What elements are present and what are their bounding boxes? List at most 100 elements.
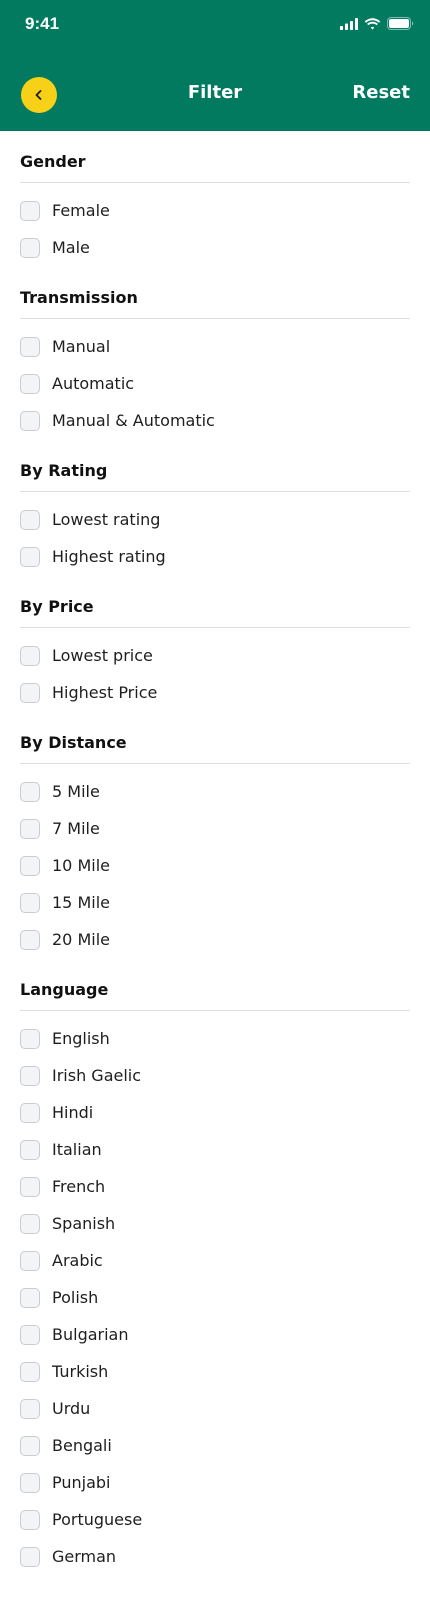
filter-option[interactable]: German <box>20 1538 410 1575</box>
section-title: Transmission <box>20 288 410 319</box>
checkbox[interactable] <box>20 1472 40 1493</box>
section-title: Gender <box>20 152 410 183</box>
option-label: Urdu <box>52 1399 91 1418</box>
option-list: Lowest price Highest Price <box>20 628 410 711</box>
checkbox[interactable] <box>20 1139 40 1160</box>
status-time: 9:41 <box>25 14 60 33</box>
filter-option[interactable]: Male <box>20 229 410 266</box>
filter-option[interactable]: 15 Mile <box>20 884 410 921</box>
filter-option[interactable]: Manual <box>20 328 410 365</box>
checkbox[interactable] <box>20 1324 40 1345</box>
reset-button[interactable]: Reset <box>352 82 410 103</box>
checkbox[interactable] <box>20 929 40 950</box>
option-label: 10 Mile <box>52 856 110 875</box>
filter-option[interactable]: Lowest price <box>20 637 410 674</box>
filter-option[interactable]: Automatic <box>20 365 410 402</box>
option-label: Lowest rating <box>52 510 161 529</box>
filter-option[interactable]: Bulgarian <box>20 1316 410 1353</box>
filter-option[interactable]: Arabic <box>20 1242 410 1279</box>
wifi-icon <box>364 17 381 29</box>
checkbox[interactable] <box>20 1250 40 1271</box>
filter-option[interactable]: Spanish <box>20 1205 410 1242</box>
filter-option[interactable]: Polish <box>20 1279 410 1316</box>
filter-option[interactable]: Punjabi <box>20 1464 410 1501</box>
filter-option[interactable]: 10 Mile <box>20 847 410 884</box>
checkbox[interactable] <box>20 1213 40 1234</box>
option-label: 7 Mile <box>52 819 100 838</box>
filter-option[interactable]: Lowest rating <box>20 501 410 538</box>
section-title: Language <box>20 980 410 1011</box>
option-label: 15 Mile <box>52 893 110 912</box>
checkbox[interactable] <box>20 682 40 703</box>
option-label: Female <box>52 201 110 220</box>
checkbox[interactable] <box>20 892 40 913</box>
checkbox[interactable] <box>20 373 40 394</box>
checkbox[interactable] <box>20 1398 40 1419</box>
option-list: English Irish Gaelic Hindi Italian French Spa… <box>20 1011 410 1575</box>
checkbox[interactable] <box>20 1176 40 1197</box>
option-label: Portuguese <box>52 1510 143 1529</box>
checkbox[interactable] <box>20 645 40 666</box>
checkbox[interactable] <box>20 781 40 802</box>
option-label: Manual & Automatic <box>52 411 215 430</box>
filter-option[interactable]: Urdu <box>20 1390 410 1427</box>
option-label: Automatic <box>52 374 135 393</box>
option-label: German <box>52 1547 117 1566</box>
option-label: Spanish <box>52 1214 116 1233</box>
filter-option[interactable]: Irish Gaelic <box>20 1057 410 1094</box>
option-label: Punjabi <box>52 1473 111 1492</box>
checkbox[interactable] <box>20 200 40 221</box>
checkbox[interactable] <box>20 1435 40 1456</box>
option-label: English <box>52 1029 110 1048</box>
filter-section: Gender Female Male <box>20 152 410 266</box>
filter-option[interactable]: 20 Mile <box>20 921 410 958</box>
filter-section: Language English Irish Gaelic Hindi Italian F… <box>20 980 410 1575</box>
filter-option[interactable]: 7 Mile <box>20 810 410 847</box>
option-list: Female Male <box>20 183 410 266</box>
checkbox[interactable] <box>20 855 40 876</box>
filter-option[interactable]: Hindi <box>20 1094 410 1131</box>
checkbox[interactable] <box>20 1065 40 1086</box>
option-label: 20 Mile <box>52 930 110 949</box>
option-label: Highest Price <box>52 683 158 702</box>
checkbox[interactable] <box>20 546 40 567</box>
option-label: Arabic <box>52 1251 103 1270</box>
filter-option[interactable]: French <box>20 1168 410 1205</box>
filter-option[interactable]: Italian <box>20 1131 410 1168</box>
checkbox[interactable] <box>20 1287 40 1308</box>
checkbox[interactable] <box>20 1546 40 1567</box>
checkbox[interactable] <box>20 509 40 530</box>
checkbox[interactable] <box>20 818 40 839</box>
status-icons <box>340 17 414 30</box>
filter-option[interactable]: 5 Mile <box>20 773 410 810</box>
filter-option[interactable]: Highest rating <box>20 538 410 575</box>
option-label: Bengali <box>52 1436 112 1455</box>
section-title: By Distance <box>20 733 410 764</box>
checkbox[interactable] <box>20 1509 40 1530</box>
filter-option[interactable]: Turkish <box>20 1353 410 1390</box>
filter-option[interactable]: Highest Price <box>20 674 410 711</box>
filter-option[interactable]: English <box>20 1020 410 1057</box>
filter-section: By Rating Lowest rating Highest rating <box>20 461 410 575</box>
filter-list: Gender Female Male Transmission Manual Automa… <box>20 131 410 1575</box>
option-list: 5 Mile 7 Mile 10 Mile 15 Mile 20 Mile <box>20 764 410 958</box>
checkbox[interactable] <box>20 1028 40 1049</box>
checkbox[interactable] <box>20 410 40 431</box>
option-label: Highest rating <box>52 547 166 566</box>
option-label: Lowest price <box>52 646 153 665</box>
filter-section: By Price Lowest price Highest Price <box>20 597 410 711</box>
filter-option[interactable]: Female <box>20 192 410 229</box>
checkbox[interactable] <box>20 237 40 258</box>
filter-option[interactable]: Bengali <box>20 1427 410 1464</box>
checkbox[interactable] <box>20 1102 40 1123</box>
section-title: By Rating <box>20 461 410 492</box>
filter-option[interactable]: Portuguese <box>20 1501 410 1538</box>
app-header: 9:41 Filter Reset <box>0 0 430 131</box>
filter-option[interactable]: Manual & Automatic <box>20 402 410 439</box>
option-label: Manual <box>52 337 111 356</box>
checkbox[interactable] <box>20 336 40 357</box>
option-label: French <box>52 1177 106 1196</box>
checkbox[interactable] <box>20 1361 40 1382</box>
option-label: Male <box>52 238 90 257</box>
option-label: Turkish <box>52 1362 109 1381</box>
